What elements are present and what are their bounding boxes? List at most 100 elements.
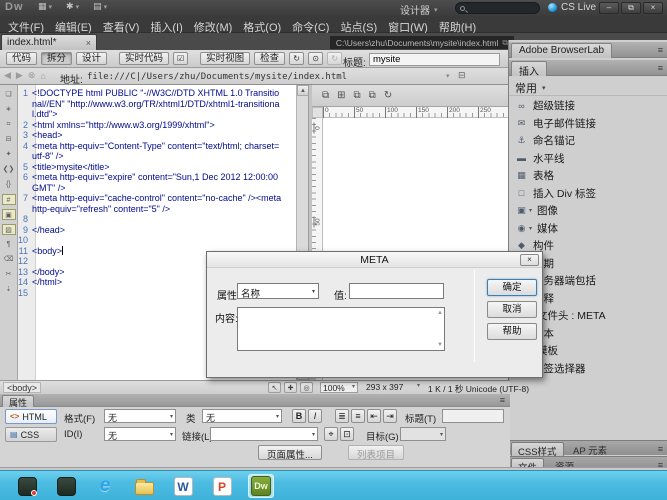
panel-menu-icon[interactable]: ≡ [658, 444, 663, 454]
address-dropdown-icon[interactable]: ▾ [446, 72, 450, 80]
insert-item-table[interactable]: ▦表格 [509, 167, 667, 185]
expand-all-icon[interactable]: ✦ [2, 149, 16, 160]
workspace-switcher[interactable]: 设计器▾ [400, 2, 438, 17]
word-icon[interactable]: W [170, 474, 196, 498]
minimize-button[interactable]: – [599, 2, 619, 14]
ordered-list-icon[interactable]: ≡ [351, 409, 365, 423]
link-combo[interactable]: ▾ [210, 427, 318, 441]
collapse-selection-icon[interactable]: ⊟ [2, 134, 16, 145]
onion-skin-preview-icon[interactable]: ⧉ [369, 90, 376, 101]
split-view-button[interactable]: 拆分 [41, 52, 72, 65]
tag-selector[interactable]: <body> [3, 382, 41, 393]
tab-close-icon[interactable]: × [86, 38, 91, 48]
extend-dreamweaver-icon[interactable]: ✱▾ [66, 1, 79, 12]
chevron-down-icon[interactable]: ▾ [529, 225, 532, 232]
add-page-preview-icon[interactable]: ⊞ [337, 90, 345, 101]
close-button[interactable]: × [643, 2, 663, 14]
page-icon[interactable]: ⊟ [458, 70, 466, 81]
powerpoint-icon[interactable]: P [209, 474, 235, 498]
indent-icon[interactable]: ⇥ [383, 409, 397, 423]
italic-button[interactable]: I [308, 409, 322, 423]
id-select[interactable]: 无▾ [104, 427, 176, 441]
help-button[interactable]: 帮助 [487, 323, 537, 340]
line-numbers-icon[interactable]: # [2, 194, 16, 205]
balance-braces-icon[interactable]: {} [2, 179, 16, 190]
explorer-folder-icon[interactable] [131, 474, 157, 498]
check-browser-compat-icon[interactable]: ☑ [173, 52, 188, 65]
insert-item-hyperlink[interactable]: ∞超级链接 [509, 97, 667, 115]
preview-in-browser-icon[interactable]: ⊙ [308, 52, 323, 65]
highlight-invalid-icon[interactable]: ▣ [2, 209, 16, 220]
unordered-list-icon[interactable]: ≣ [335, 409, 349, 423]
design-view-button[interactable]: 设计 [76, 52, 107, 65]
refresh-preview-icon[interactable]: ↻ [384, 90, 392, 101]
bold-button[interactable]: B [292, 409, 306, 423]
attribute-select[interactable]: 名称▾ [237, 283, 319, 299]
tab-browserlab[interactable]: Adobe BrowserLab [511, 43, 612, 58]
insert-category-dropdown[interactable]: 常用▾ [515, 80, 546, 96]
select-parent-tag-icon[interactable]: ❮❯ [2, 164, 16, 175]
insert-item-email-link[interactable]: ✉电子邮件链接 [509, 115, 667, 133]
ok-button[interactable]: 确定 [487, 279, 537, 296]
document-tab[interactable]: index.html* × [1, 34, 97, 50]
collapse-tag-icon[interactable]: ⌗ [2, 119, 16, 130]
insert-item-named-anchor[interactable]: ⚓命名锚记 [509, 132, 667, 150]
doc-title-input[interactable] [369, 53, 500, 66]
tab-css-styles[interactable]: CSS样式 [511, 442, 564, 456]
remove-comment-icon[interactable]: ⌫ [2, 254, 16, 265]
live-view-button[interactable]: 实时视图 [200, 52, 250, 65]
css-mode-button[interactable]: ▤CSS [5, 427, 57, 442]
class-select[interactable]: 无▾ [202, 409, 282, 423]
open-documents-icon[interactable]: ❏ [2, 89, 16, 100]
inspect-button[interactable]: 检查 [254, 52, 285, 65]
content-textarea[interactable]: ▲ ▼ [237, 307, 445, 351]
stop-icon[interactable]: ⊗ [28, 70, 36, 81]
show-head-icon[interactable]: ∗ [2, 104, 16, 115]
back-icon[interactable]: ◀ [4, 70, 11, 81]
insert-item-image[interactable]: ▣▾图像 [509, 202, 667, 220]
home-icon[interactable]: ⌂ [40, 71, 45, 81]
hand-tool-icon[interactable]: ✚ [284, 382, 297, 393]
window-size-select[interactable]: 293 x 397▾ [364, 382, 422, 393]
select-tool-icon[interactable]: ↖ [268, 382, 281, 393]
syntax-error-icon[interactable]: ▨ [2, 224, 16, 235]
format-source-icon[interactable]: ⇣ [2, 284, 16, 295]
code-view-button[interactable]: 代码 [6, 52, 37, 65]
search-input[interactable] [455, 2, 540, 14]
insert-item-insert-div-tag[interactable]: □插入 Div 标签 [509, 185, 667, 203]
apply-comment-icon[interactable]: ¶ [2, 239, 16, 250]
insert-item-media[interactable]: ◉▾媒体 [509, 220, 667, 238]
browse-folder-icon[interactable]: ⊡ [340, 427, 354, 441]
cs-live-button[interactable]: CS Live [548, 2, 596, 13]
app1-icon[interactable] [14, 474, 40, 498]
restore-button[interactable]: ⧉ [621, 2, 641, 14]
internet-explorer-icon[interactable]: e [92, 474, 118, 498]
tab-properties[interactable]: 属性 [2, 395, 34, 407]
html-mode-button[interactable]: <>HTML [5, 409, 57, 424]
two-up-preview-icon[interactable]: ⧉ [354, 90, 361, 101]
panel-menu-icon[interactable]: ≡ [658, 45, 663, 55]
address-value[interactable]: file:///C|/Users/zhu/Documents/mysite/in… [87, 72, 347, 82]
chevron-down-icon[interactable]: ▾ [529, 207, 532, 214]
outdent-icon[interactable]: ⇤ [367, 409, 381, 423]
point-to-file-icon[interactable]: ⌖ [324, 427, 338, 441]
forward-icon[interactable]: ▶ [16, 70, 23, 81]
panel-menu-icon[interactable]: ≡ [500, 395, 505, 405]
zoom-level-select[interactable]: 100%▾ [320, 382, 358, 393]
insert-item-horizontal-rule[interactable]: ▬水平线 [509, 150, 667, 168]
format-select[interactable]: 无▾ [104, 409, 176, 423]
dialog-close-icon[interactable]: × [520, 254, 539, 266]
zoom-tool-icon[interactable]: ◎ [300, 382, 313, 393]
layout-switcher-icon[interactable]: ▦▾ [38, 1, 52, 12]
page-properties-button[interactable]: 页面属性... [258, 445, 322, 460]
site-icon[interactable]: ▤▾ [93, 1, 107, 12]
tab-ap-elements[interactable]: AP 元素 [567, 442, 613, 456]
panel-menu-icon[interactable]: ≡ [658, 63, 663, 73]
wrap-tag-icon[interactable]: ✂ [2, 269, 16, 280]
w3c-validation-icon[interactable]: ↻ [289, 52, 304, 65]
live-code-button[interactable]: 实时代码 [119, 52, 169, 65]
cancel-button[interactable]: 取消 [487, 301, 537, 318]
dreamweaver-icon[interactable]: Dw [248, 474, 274, 498]
tab-insert[interactable]: 插入 [511, 61, 547, 76]
value-input[interactable] [349, 283, 444, 299]
